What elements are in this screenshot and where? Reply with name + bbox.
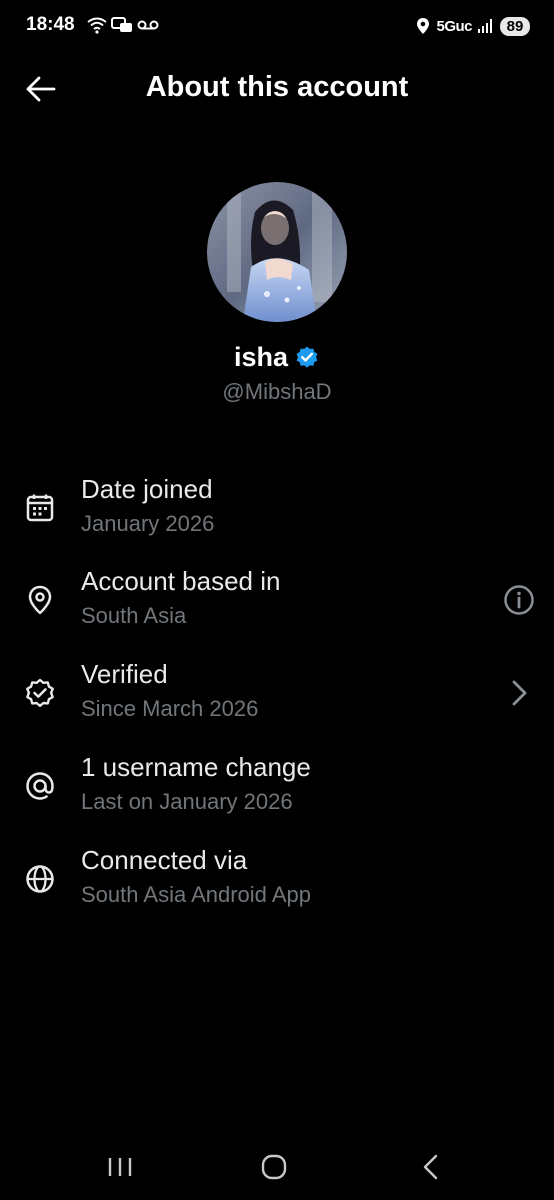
avatar-image (207, 182, 347, 322)
recents-icon (108, 1158, 132, 1176)
status-bar: 18:48 5Guc 89 (0, 0, 554, 54)
row-subtitle: South Asia (81, 603, 187, 628)
row-connected-via: Connected via South Asia Android App (0, 845, 554, 925)
recents-button[interactable] (100, 1152, 140, 1182)
handle: @MibshaD (222, 379, 332, 404)
verified-chevron[interactable] (502, 676, 536, 710)
row-title: Connected via (81, 845, 248, 875)
row-account-based-in: Account based in South Asia (0, 566, 554, 646)
info-button[interactable] (502, 583, 536, 617)
avatar[interactable] (207, 182, 347, 322)
display-name-row: isha (0, 342, 554, 373)
row-username-change: 1 username change Last on January 2026 (0, 752, 554, 832)
location-pin-icon (28, 585, 52, 615)
row-verified[interactable]: Verified Since March 2026 (0, 659, 554, 739)
row-title: Date joined (81, 474, 213, 504)
chevron-right-icon (512, 680, 527, 706)
home-button[interactable] (254, 1152, 294, 1182)
chat-icon (111, 17, 132, 32)
verified-badge-icon (26, 678, 54, 707)
page-title: About this account (145, 71, 409, 103)
status-left-icons (87, 14, 159, 36)
row-subtitle: South Asia Android App (81, 882, 311, 907)
row-title: Verified (81, 659, 168, 689)
status-right: 5Guc 89 (416, 13, 530, 39)
row-title: 1 username change (81, 752, 311, 782)
signal-icon (478, 19, 492, 33)
info-icon (504, 585, 534, 615)
home-icon (261, 1154, 287, 1180)
network-type: 5Guc (436, 17, 472, 35)
wifi-icon (87, 17, 107, 34)
battery-level: 89 (500, 16, 530, 36)
system-nav-bar (0, 1140, 554, 1200)
row-date-joined: Date joined January 2026 (0, 474, 554, 554)
globe-icon (26, 865, 54, 893)
status-time: 18:48 (26, 14, 75, 35)
row-subtitle: Last on January 2026 (81, 789, 293, 814)
nav-back-button[interactable] (410, 1152, 450, 1182)
row-subtitle: Since March 2026 (81, 696, 259, 721)
row-subtitle: January 2026 (81, 511, 215, 536)
calendar-icon (26, 494, 54, 522)
row-title: Account based in (81, 566, 281, 596)
back-icon (423, 1154, 438, 1180)
verified-check-icon (296, 346, 318, 368)
display-name: isha (233, 342, 289, 372)
at-sign-icon (26, 772, 54, 800)
voicemail-icon (137, 20, 159, 30)
location-icon (417, 18, 430, 34)
